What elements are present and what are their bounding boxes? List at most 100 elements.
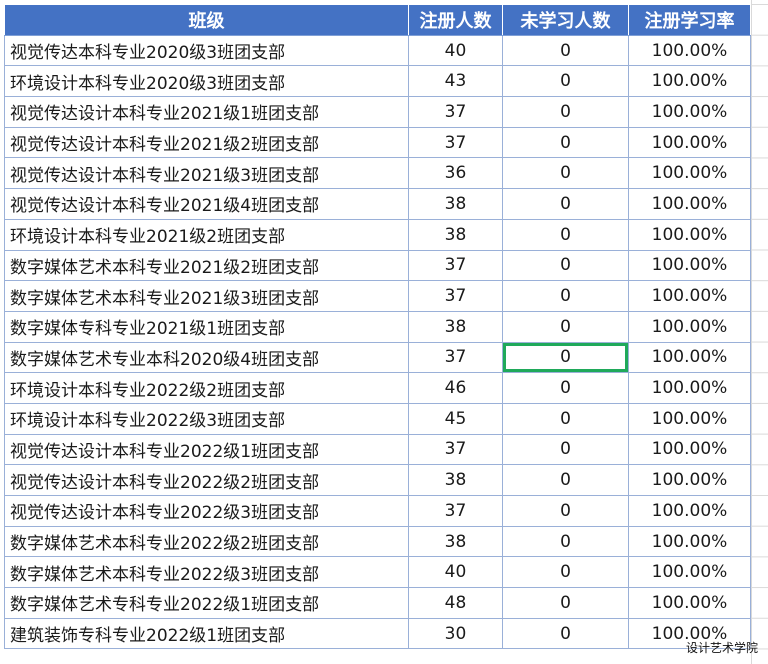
- cell-study-rate[interactable]: 100.00%: [628, 157, 751, 190]
- header-registered[interactable]: 注册人数: [408, 4, 503, 36]
- cell-registered[interactable]: 40: [408, 34, 503, 67]
- cell-study-rate[interactable]: 100.00%: [628, 96, 751, 128]
- cell-not-studied[interactable]: 0: [502, 280, 629, 312]
- cell-not-studied[interactable]: 0: [502, 65, 629, 98]
- cell-study-rate[interactable]: 100.00%: [628, 310, 751, 343]
- cell-registered[interactable]: 37: [408, 249, 503, 282]
- table-row: 视觉传达设计本科专业2022级1班团支部 37 0 100.00%: [4, 433, 751, 466]
- table-row: 环境设计本科专业2020级3班团支部 43 0 100.00%: [4, 65, 751, 98]
- cell-not-studied[interactable]: 0: [502, 464, 629, 496]
- cell-class[interactable]: 数字媒体艺术本科专业2022级3班团支部: [4, 556, 409, 589]
- cell-study-rate[interactable]: 100.00%: [628, 341, 751, 374]
- cell-study-rate[interactable]: 100.00%: [628, 249, 751, 282]
- cell-not-studied[interactable]: 0: [502, 587, 629, 619]
- cell-not-studied[interactable]: 0: [502, 372, 629, 404]
- cell-registered[interactable]: 43: [408, 65, 503, 98]
- cell-registered[interactable]: 38: [408, 525, 503, 558]
- table-row: 数字媒体艺术本科专业2021级2班团支部 37 0 100.00%: [4, 249, 751, 282]
- cell-registered[interactable]: 38: [408, 188, 503, 220]
- cell-class[interactable]: 数字媒体艺术本科专业2022级2班团支部: [4, 525, 409, 558]
- cell-not-studied[interactable]: 0: [502, 34, 629, 67]
- cell-class[interactable]: 视觉传达设计本科专业2021级2班团支部: [4, 126, 409, 159]
- cell-not-studied[interactable]: 0: [502, 310, 629, 343]
- cell-study-rate[interactable]: 100.00%: [628, 280, 751, 312]
- header-row: 班级 注册人数 未学习人数 注册学习率: [4, 4, 751, 36]
- table-row: 建筑装饰专科专业2022级1班团支部 30 0 100.00%: [4, 617, 751, 650]
- cell-study-rate[interactable]: 100.00%: [628, 34, 751, 67]
- header-not-studied[interactable]: 未学习人数: [502, 4, 629, 36]
- cell-study-rate[interactable]: 100.00%: [628, 65, 751, 98]
- cell-registered[interactable]: 37: [408, 280, 503, 312]
- cell-registered[interactable]: 46: [408, 372, 503, 404]
- cell-study-rate[interactable]: 100.00%: [628, 218, 751, 251]
- table-row: 数字媒体艺术本科专业2022级2班团支部 38 0 100.00%: [4, 525, 751, 558]
- cell-study-rate[interactable]: 100.00%: [628, 402, 751, 435]
- table-row: 环境设计本科专业2021级2班团支部 38 0 100.00%: [4, 218, 751, 251]
- cell-registered[interactable]: 37: [408, 433, 503, 466]
- cell-class[interactable]: 数字媒体艺术本科专业2021级2班团支部: [4, 249, 409, 282]
- cell-class[interactable]: 环境设计本科专业2022级3班团支部: [4, 402, 409, 435]
- table-row: 数字媒体艺术本科专业2021级3班团支部 37 0 100.00%: [4, 280, 751, 312]
- table-row: 视觉传达设计本科专业2022级3班团支部 37 0 100.00%: [4, 495, 751, 527]
- header-class[interactable]: 班级: [4, 4, 409, 36]
- cell-class[interactable]: 视觉传达设计本科专业2021级1班团支部: [4, 96, 409, 128]
- cell-class[interactable]: 视觉传达设计本科专业2021级3班团支部: [4, 157, 409, 190]
- cell-registered[interactable]: 45: [408, 402, 503, 435]
- table-row: 视觉传达设计本科专业2021级4班团支部 38 0 100.00%: [4, 188, 751, 220]
- cell-not-studied[interactable]: 0: [502, 126, 629, 159]
- table-row: 环境设计本科专业2022级2班团支部 46 0 100.00%: [4, 372, 751, 404]
- cell-class[interactable]: 建筑装饰专科专业2022级1班团支部: [4, 617, 409, 650]
- table-row: 环境设计本科专业2022级3班团支部 45 0 100.00%: [4, 402, 751, 435]
- cell-not-studied[interactable]: 0: [502, 402, 629, 435]
- cell-class[interactable]: 视觉传达设计本科专业2022级1班团支部: [4, 433, 409, 466]
- cell-study-rate[interactable]: 100.00%: [628, 464, 751, 496]
- cell-not-studied[interactable]: 0: [502, 157, 629, 190]
- cell-registered[interactable]: 37: [408, 495, 503, 527]
- cell-class[interactable]: 数字媒体艺术专科专业2022级1班团支部: [4, 587, 409, 619]
- cell-not-studied[interactable]: 0: [502, 433, 629, 466]
- cell-not-studied[interactable]: 0: [502, 525, 629, 558]
- cell-not-studied[interactable]: 0: [502, 96, 629, 128]
- cell-class[interactable]: 视觉传达设计本科专业2021级4班团支部: [4, 188, 409, 220]
- cell-study-rate[interactable]: 100.00%: [628, 495, 751, 527]
- cell-registered[interactable]: 30: [408, 617, 503, 650]
- cell-registered[interactable]: 38: [408, 464, 503, 496]
- cell-registered[interactable]: 48: [408, 587, 503, 619]
- cell-study-rate[interactable]: 100.00%: [628, 556, 751, 589]
- cell-registered[interactable]: 40: [408, 556, 503, 589]
- cell-not-studied[interactable]: 0: [502, 218, 629, 251]
- spreadsheet-view: 班级 注册人数 未学习人数 注册学习率 视觉传达本科专业2020级3班团支部 40…: [0, 0, 768, 664]
- cell-class[interactable]: 数字媒体艺术本科专业2021级3班团支部: [4, 280, 409, 312]
- cell-class[interactable]: 视觉传达设计本科专业2022级2班团支部: [4, 464, 409, 496]
- cell-class[interactable]: 数字媒体艺术专业本科2020级4班团支部: [4, 341, 409, 374]
- header-study-rate[interactable]: 注册学习率: [628, 4, 751, 36]
- cell-not-studied[interactable]: 0: [502, 188, 629, 220]
- cell-class[interactable]: 数字媒体专科专业2021级1班团支部: [4, 310, 409, 343]
- cell-registered[interactable]: 38: [408, 310, 503, 343]
- cell-class[interactable]: 环境设计本科专业2022级2班团支部: [4, 372, 409, 404]
- cell-class[interactable]: 视觉传达本科专业2020级3班团支部: [4, 34, 409, 67]
- cell-registered[interactable]: 36: [408, 157, 503, 190]
- cell-class[interactable]: 视觉传达设计本科专业2022级3班团支部: [4, 495, 409, 527]
- cell-registered[interactable]: 37: [408, 341, 503, 374]
- selected-cell[interactable]: 0: [502, 341, 629, 374]
- cell-study-rate[interactable]: 100.00%: [628, 188, 751, 220]
- cell-registered[interactable]: 38: [408, 218, 503, 251]
- cell-not-studied[interactable]: 0: [502, 249, 629, 282]
- cell-study-rate[interactable]: 100.00%: [628, 372, 751, 404]
- cell-registered[interactable]: 37: [408, 126, 503, 159]
- table-row: 数字媒体艺术专业本科2020级4班团支部 37 0 100.00%: [4, 341, 751, 374]
- data-table: 班级 注册人数 未学习人数 注册学习率 视觉传达本科专业2020级3班团支部 40…: [4, 4, 751, 650]
- cell-class[interactable]: 环境设计本科专业2020级3班团支部: [4, 65, 409, 98]
- cell-registered[interactable]: 37: [408, 96, 503, 128]
- cell-study-rate[interactable]: 100.00%: [628, 126, 751, 159]
- table-row: 视觉传达设计本科专业2022级2班团支部 38 0 100.00%: [4, 464, 751, 496]
- cell-study-rate[interactable]: 100.00%: [628, 433, 751, 466]
- table-row: 数字媒体艺术本科专业2022级3班团支部 40 0 100.00%: [4, 556, 751, 589]
- cell-study-rate[interactable]: 100.00%: [628, 587, 751, 619]
- cell-not-studied[interactable]: 0: [502, 495, 629, 527]
- cell-not-studied[interactable]: 0: [502, 617, 629, 650]
- cell-class[interactable]: 环境设计本科专业2021级2班团支部: [4, 218, 409, 251]
- cell-not-studied[interactable]: 0: [502, 556, 629, 589]
- cell-study-rate[interactable]: 100.00%: [628, 525, 751, 558]
